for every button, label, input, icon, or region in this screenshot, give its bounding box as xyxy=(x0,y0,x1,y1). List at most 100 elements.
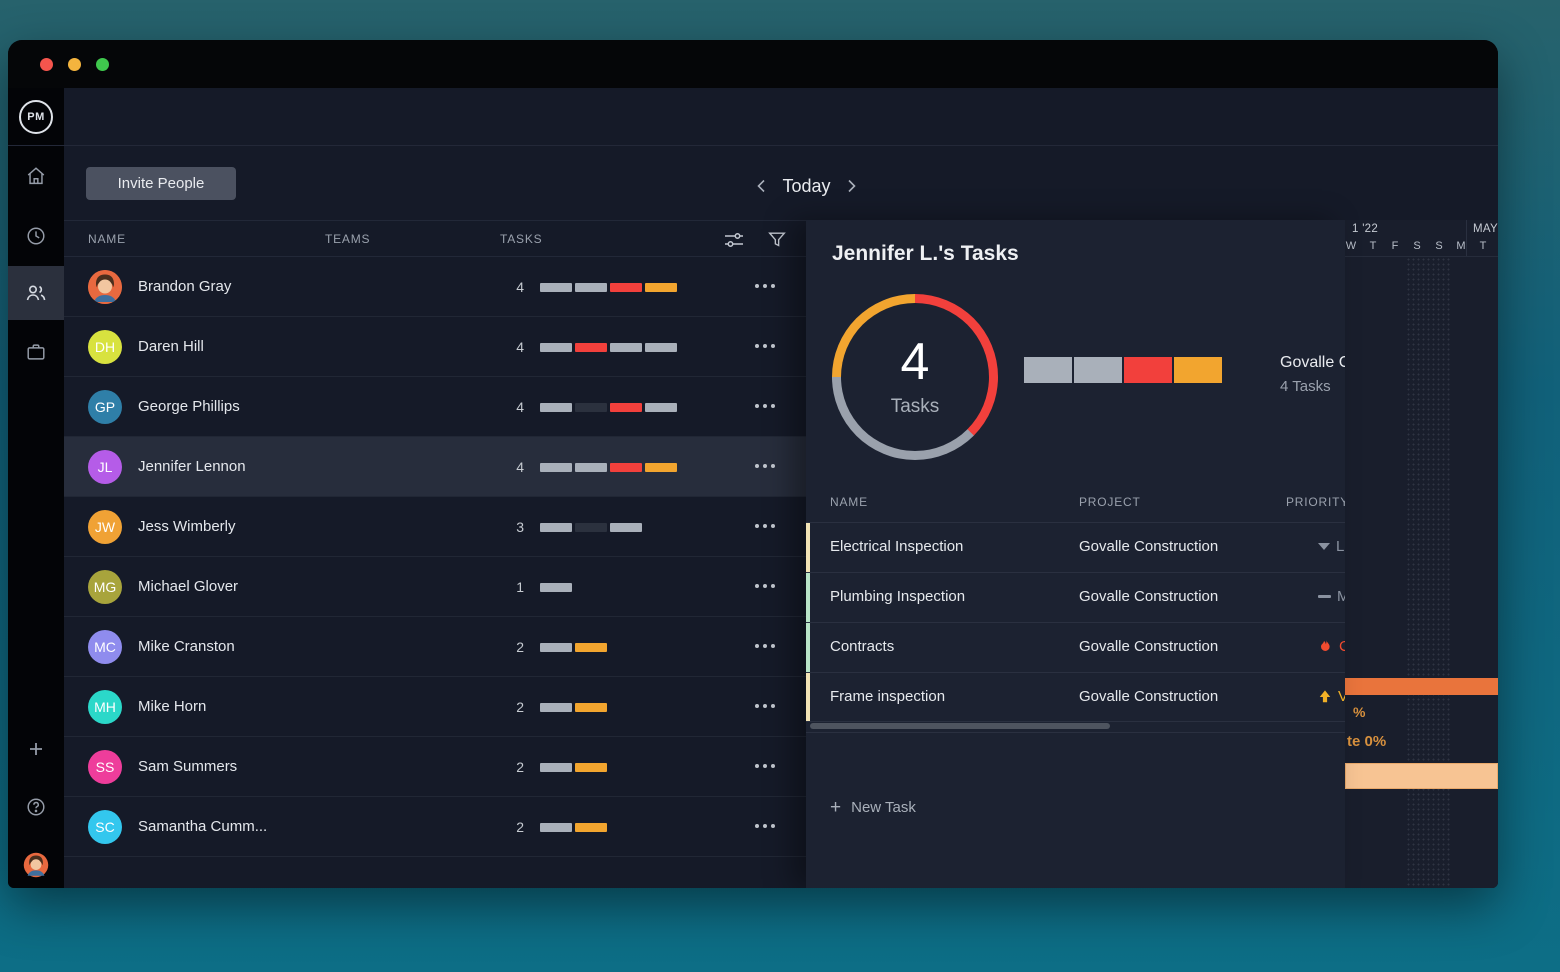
people-list: Brandon Gray4DHDaren Hill4GPGeorge Phill… xyxy=(64,257,806,857)
person-row[interactable]: DHDaren Hill4 xyxy=(64,317,806,377)
sidebar-item-people[interactable] xyxy=(8,271,64,315)
row-more-button[interactable] xyxy=(755,344,775,348)
person-row[interactable]: MHMike Horn2 xyxy=(64,677,806,737)
person-name: Jess Wimberly xyxy=(138,497,236,557)
person-row[interactable]: MGMichael Glover1 xyxy=(64,557,806,617)
date-label[interactable]: Today xyxy=(782,176,830,197)
app-logo[interactable]: PM xyxy=(19,100,53,134)
gantt-day-label: S xyxy=(1428,240,1450,256)
row-more-button[interactable] xyxy=(755,404,775,408)
task-detail-panel: Jennifer L.'s Tasks 4 Tasks Govalle C 4 … xyxy=(806,220,1345,888)
person-name: Michael Glover xyxy=(138,557,238,617)
person-initials-avatar: DH xyxy=(88,330,122,364)
task-bar-segment xyxy=(575,343,607,352)
task-bar-segment xyxy=(540,523,572,532)
row-more-button[interactable] xyxy=(755,644,775,648)
person-name: Jennifer Lennon xyxy=(138,437,246,497)
plus-icon xyxy=(27,740,45,758)
task-count: 2 xyxy=(494,699,524,715)
row-more-button[interactable] xyxy=(755,524,775,528)
task-bar-segment xyxy=(575,283,607,292)
row-more-button[interactable] xyxy=(755,704,775,708)
sidebar-help-button[interactable] xyxy=(8,785,64,829)
row-more-button[interactable] xyxy=(755,284,775,288)
priority-low-icon xyxy=(1318,543,1330,550)
person-row[interactable]: SSSam Summers2 xyxy=(64,737,806,797)
person-name: George Phillips xyxy=(138,377,240,437)
column-header-task-name: NAME xyxy=(830,495,868,509)
task-color-indicator xyxy=(806,673,810,721)
task-bar-segment xyxy=(575,403,607,412)
task-bars xyxy=(540,523,642,532)
maximize-window-button[interactable] xyxy=(96,58,109,71)
gantt-weekend-shading xyxy=(1406,257,1450,888)
project-summary-tasks: 4 Tasks xyxy=(1280,378,1345,395)
column-header-name: NAME xyxy=(88,232,126,246)
task-bar-segment xyxy=(610,343,642,352)
task-project: Govalle Construction xyxy=(1079,588,1218,605)
gantt-day-label: T xyxy=(1472,240,1494,256)
sidebar-item-time[interactable] xyxy=(8,214,64,258)
column-header-priority: PRIORITY xyxy=(1286,495,1345,509)
row-more-button[interactable] xyxy=(755,464,775,468)
person-row[interactable]: JWJess Wimberly3 xyxy=(64,497,806,557)
minimize-window-button[interactable] xyxy=(68,58,81,71)
task-row[interactable]: ContractsGovalle ConstructionC xyxy=(806,622,1345,672)
task-list: Electrical InspectionGovalle Constructio… xyxy=(806,522,1345,722)
person-row[interactable]: GPGeorge Phillips4 xyxy=(64,377,806,437)
view-settings-button[interactable] xyxy=(721,227,747,253)
task-bar-segment xyxy=(645,283,677,292)
task-bar-segment xyxy=(610,283,642,292)
task-color-indicator xyxy=(806,573,810,622)
gantt-month-label: MAY xyxy=(1473,223,1498,235)
chevron-right-icon[interactable] xyxy=(843,178,859,194)
left-sidebar: PM xyxy=(8,88,64,888)
gantt-task-bar[interactable] xyxy=(1345,678,1498,695)
person-name: Mike Horn xyxy=(138,677,206,737)
new-task-label: New Task xyxy=(851,799,916,816)
stacked-bar-segment xyxy=(1174,357,1222,383)
task-bar-segment xyxy=(575,703,607,712)
tasks-donut-chart: 4 Tasks xyxy=(832,294,998,460)
person-initials-avatar: MC xyxy=(88,630,122,664)
sidebar-add-button[interactable] xyxy=(8,727,64,771)
task-count: 4 xyxy=(494,339,524,355)
task-row[interactable]: Frame inspectionGovalle ConstructionV xyxy=(806,672,1345,722)
row-more-button[interactable] xyxy=(755,824,775,828)
task-bar-segment xyxy=(575,463,607,472)
person-row[interactable]: SCSamantha Cumm...2 xyxy=(64,797,806,857)
person-row[interactable]: JLJennifer Lennon4 xyxy=(64,437,806,497)
row-more-button[interactable] xyxy=(755,764,775,768)
task-row[interactable]: Electrical InspectionGovalle Constructio… xyxy=(806,522,1345,572)
gantt-day-label: T xyxy=(1362,240,1384,256)
task-count: 2 xyxy=(494,819,524,835)
person-row[interactable]: Brandon Gray4 xyxy=(64,257,806,317)
priority-high-icon xyxy=(1318,689,1332,704)
row-more-button[interactable] xyxy=(755,584,775,588)
task-bar-segment xyxy=(540,583,572,592)
horizontal-scrollbar[interactable] xyxy=(810,723,1110,729)
priority-medium-icon xyxy=(1318,595,1331,598)
date-navigation: Today xyxy=(754,172,859,200)
task-project: Govalle Construction xyxy=(1079,638,1218,655)
gantt-task-bar[interactable] xyxy=(1345,763,1498,789)
sidebar-item-projects[interactable] xyxy=(8,330,64,374)
person-initials-avatar: JW xyxy=(88,510,122,544)
chevron-left-icon[interactable] xyxy=(754,178,770,194)
person-row[interactable]: MCMike Cranston2 xyxy=(64,617,806,677)
invite-people-button[interactable]: Invite People xyxy=(86,167,236,200)
new-task-button[interactable]: + New Task xyxy=(830,798,916,817)
task-bar-segment xyxy=(540,463,572,472)
filter-button[interactable] xyxy=(764,227,790,253)
person-photo-avatar xyxy=(88,270,122,304)
close-window-button[interactable] xyxy=(40,58,53,71)
sidebar-item-home[interactable] xyxy=(8,154,64,198)
desktop-background: PM xyxy=(0,0,1560,972)
person-initials-avatar: MG xyxy=(88,570,122,604)
home-icon xyxy=(25,165,47,187)
task-color-indicator xyxy=(806,523,810,572)
task-bar-segment xyxy=(540,763,572,772)
task-color-indicator xyxy=(806,623,810,672)
task-row[interactable]: Plumbing InspectionGovalle ConstructionM xyxy=(806,572,1345,622)
sidebar-profile-avatar[interactable] xyxy=(8,843,64,887)
